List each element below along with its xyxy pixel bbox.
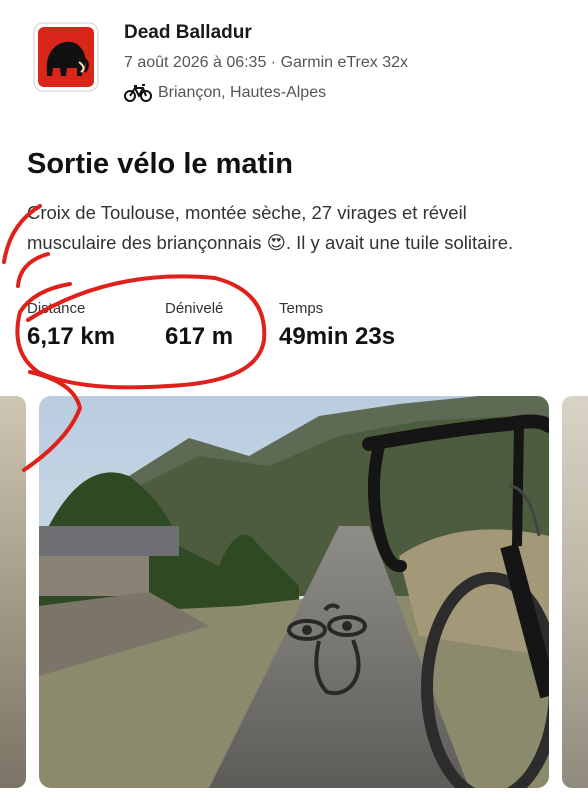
- location-text: Briançon, Hautes-Alpes: [158, 84, 327, 101]
- activity-meta: 7 août 2026 à 06:35 · Garmin eTrex 32x: [124, 54, 409, 71]
- stat-time: Temps 49min 23s: [279, 300, 395, 351]
- avatar[interactable]: [33, 22, 99, 92]
- bike-icon: [124, 84, 152, 102]
- next-photo-thumbnail[interactable]: [562, 396, 588, 788]
- stat-distance: Distance 6,17 km: [27, 300, 115, 351]
- activity-description: Croix de Toulouse, montée sèche, 27 vira…: [27, 202, 514, 253]
- previous-photo-thumbnail[interactable]: [0, 396, 26, 788]
- activity-header: Dead Balladur 7 août 2026 à 06:35 · Garm…: [0, 0, 588, 130]
- activity-photo[interactable]: [39, 396, 549, 788]
- stat-value: 6,17 km: [27, 323, 116, 350]
- activity-title[interactable]: Sortie vélo le matin: [27, 148, 293, 181]
- stat-value: 617 m: [165, 323, 234, 350]
- user-name[interactable]: Dead Balladur: [124, 22, 252, 44]
- stat-elevation: Dénivelé 617 m: [165, 300, 233, 351]
- stat-value: 49min 23s: [279, 323, 396, 350]
- photo-carousel[interactable]: [0, 396, 588, 788]
- stat-label: Dénivelé: [165, 300, 224, 317]
- stat-label: Distance: [27, 300, 86, 317]
- activity-location: Briançon, Hautes-Alpes: [124, 83, 326, 103]
- stats-row: Distance 6,17 km Dénivelé 617 m Temps 49…: [0, 300, 588, 370]
- stat-label: Temps: [279, 300, 324, 317]
